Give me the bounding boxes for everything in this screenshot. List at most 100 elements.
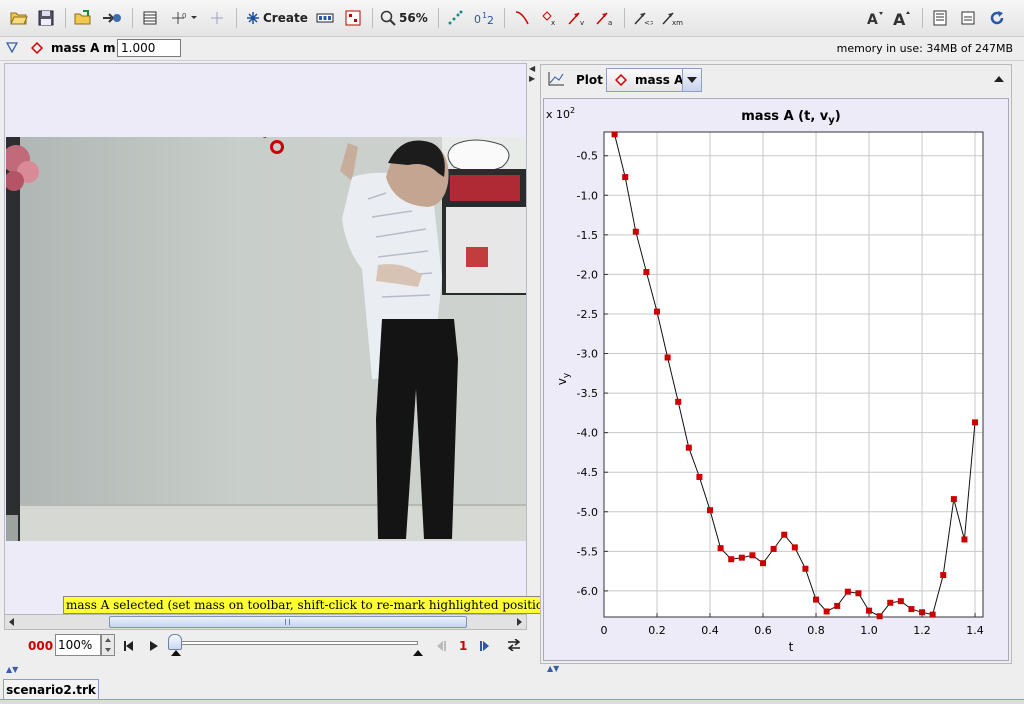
plot-track-name: mass A [635, 73, 684, 87]
track-point-marker[interactable] [270, 140, 284, 154]
play-button[interactable] [149, 640, 159, 654]
video-scene [6, 137, 526, 541]
properties-button[interactable] [958, 7, 978, 29]
step-forward-icon [480, 641, 489, 651]
frame-slider-track[interactable] [174, 641, 418, 645]
data-point [887, 599, 894, 606]
step-size[interactable]: 1 [459, 639, 467, 653]
file-tab[interactable]: scenario2.trk [3, 679, 99, 700]
step-back-button[interactable] [436, 640, 446, 654]
loop-button[interactable] [507, 638, 521, 654]
acceleration-arrow-icon: a [596, 12, 612, 26]
x-tick-label: 1.4 [966, 624, 984, 637]
data-point [908, 606, 915, 613]
chevron-down-icon [687, 77, 697, 83]
start-marker-icon[interactable] [171, 650, 181, 656]
collapse-up-icon[interactable] [994, 76, 1004, 82]
y-tick-label: -5.0 [577, 506, 598, 519]
svg-text:xm: xm [672, 19, 683, 26]
open-video-button[interactable] [72, 7, 94, 29]
y-tick-label: -2.5 [577, 308, 598, 321]
com-arrow-icon: xm [662, 12, 683, 26]
velocity-chart[interactable]: 0 0.2 0.4 0.6 0.8 1.0 1.2 1.4 -0.5 -1.0 -1.5 -2.0 -2… [544, 99, 1010, 662]
coordinate-axes-button[interactable]: 0 [168, 7, 200, 29]
open-file-button[interactable] [8, 7, 30, 29]
plot-area[interactable]: 0 0.2 0.4 0.6 0.8 1.0 1.2 1.4 -0.5 -1.0 -1.5 -2.0 -2… [543, 98, 1009, 661]
clip-settings-button[interactable] [140, 7, 160, 29]
create-track-button[interactable]: Create [246, 7, 308, 29]
playback-rate-input[interactable] [55, 634, 101, 656]
zoom-button[interactable]: 56% [380, 7, 430, 29]
dropdown-arrow-button[interactable] [682, 69, 701, 91]
show-position-button[interactable]: x [540, 7, 560, 29]
scroll-thumb[interactable] [109, 616, 467, 628]
end-marker-icon[interactable] [413, 650, 423, 656]
trail-icon [448, 10, 463, 25]
show-velocity-button[interactable]: v [566, 7, 588, 29]
vector-stretch-button[interactable]: <> [632, 7, 654, 29]
y-exponent-label: x 102 [546, 106, 575, 121]
show-trails-button[interactable] [444, 7, 466, 29]
data-point [728, 556, 735, 563]
plot-view-button[interactable] [547, 71, 565, 90]
save-button[interactable] [35, 7, 57, 29]
splitter-arrows-icon[interactable]: ◀ ▶ [529, 64, 535, 84]
y-tick-label: -2.0 [577, 268, 598, 281]
step-forward-button[interactable] [480, 640, 490, 654]
video-frame[interactable]: 0 [6, 137, 526, 541]
mass-input[interactable] [117, 39, 181, 57]
plot-track-dropdown[interactable]: mass A [606, 68, 702, 92]
collapse-arrows-icon[interactable]: ▲▼ [547, 664, 559, 673]
velocity-arrow-icon: v [568, 12, 584, 26]
frame-slider-thumb[interactable] [168, 634, 182, 650]
zoom-label: 56% [399, 11, 428, 25]
track-control-button[interactable] [314, 7, 336, 29]
import-button[interactable] [100, 7, 124, 29]
data-point [961, 536, 968, 543]
plot-label: Plot [576, 73, 603, 87]
horizontal-scrollbar[interactable] [4, 614, 527, 630]
data-point [685, 444, 692, 451]
show-path-button[interactable] [512, 7, 532, 29]
data-point [940, 572, 947, 579]
show-labels-button[interactable]: 012 [472, 7, 496, 29]
scroll-left-icon[interactable] [9, 618, 14, 626]
font-smaller-button[interactable]: A [864, 7, 886, 29]
center-of-mass-button[interactable]: xm [660, 7, 684, 29]
rewind-button[interactable] [124, 640, 134, 654]
chevron-down-icon[interactable] [105, 648, 111, 652]
font-larger-button[interactable]: A [890, 7, 914, 29]
collapse-arrows-icon[interactable]: ▲▼ [6, 665, 18, 674]
refresh-button[interactable] [986, 7, 1008, 29]
chevron-up-icon[interactable] [105, 638, 111, 642]
tape-measure-button[interactable] [206, 7, 228, 29]
calibration-icon [211, 12, 223, 24]
asterisk-icon [247, 12, 259, 24]
memory-status: memory in use: 34MB of 247MB [836, 42, 1013, 55]
data-point [950, 496, 957, 503]
svg-text:A: A [893, 10, 906, 27]
grip-icon [285, 619, 290, 625]
toolbar-separator [504, 8, 505, 28]
track-menu-button[interactable] [5, 41, 19, 56]
x-tick-label: 0.4 [701, 624, 719, 637]
toolbar-separator [372, 8, 373, 28]
track-selector[interactable]: mass A [31, 41, 99, 55]
autotracker-button[interactable] [342, 7, 364, 29]
data-point [844, 588, 851, 595]
data-point [654, 308, 661, 315]
scroll-right-icon[interactable] [517, 618, 522, 626]
font-larger-icon: A [893, 10, 910, 27]
x-tick-label: 0.8 [807, 624, 825, 637]
y-tick-label: -0.5 [577, 150, 598, 163]
x-tick-label: 0.6 [754, 624, 772, 637]
track-toolbar: mass A m memory in use: 34MB of 247MB [0, 37, 1024, 61]
font-smaller-icon: A [867, 12, 883, 26]
notes-button[interactable] [930, 7, 950, 29]
autotracker-icon [345, 10, 361, 26]
rate-spinner[interactable] [101, 634, 115, 656]
frame-counter[interactable]: 000 [28, 639, 53, 653]
data-point [738, 554, 745, 561]
y-tick-label: -5.5 [577, 545, 598, 558]
show-acceleration-button[interactable]: a [594, 7, 616, 29]
